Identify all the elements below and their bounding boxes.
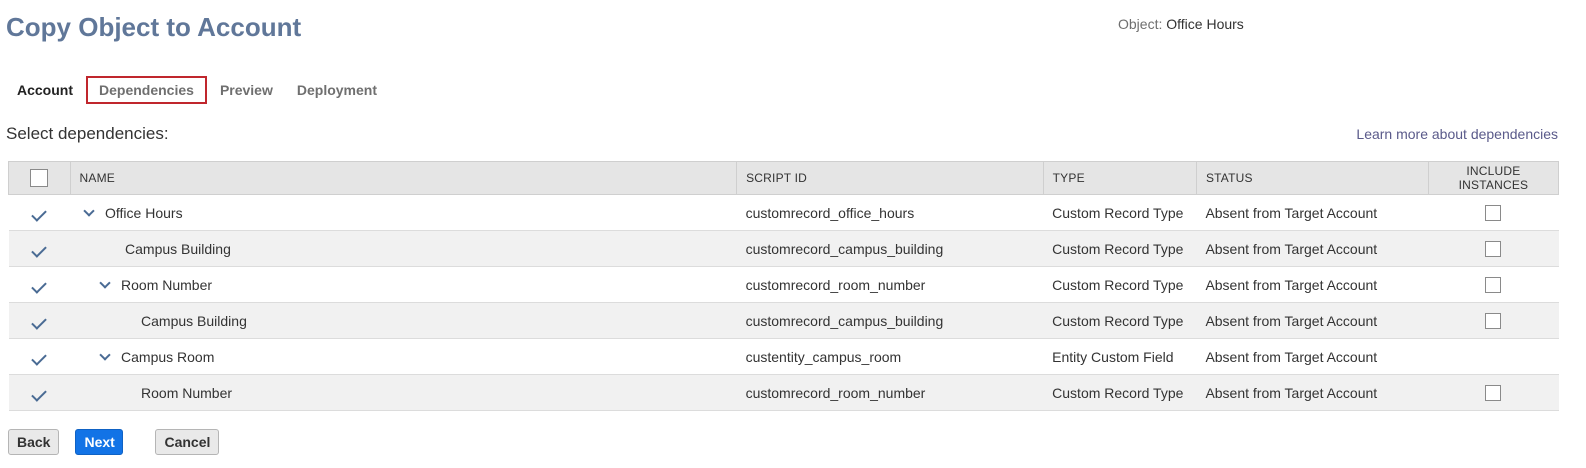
select-all-checkbox[interactable]: [30, 169, 49, 187]
script-id-cell: custentity_campus_room: [736, 338, 1044, 375]
include-instances-checkbox[interactable]: [1485, 313, 1502, 330]
checkmark-icon[interactable]: [31, 205, 48, 222]
row-name: Room Number: [141, 384, 233, 401]
row-name: Campus Building: [141, 312, 247, 329]
include-instances-cell: [1428, 338, 1559, 375]
type-cell: Entity Custom Field: [1043, 338, 1197, 375]
back-button[interactable]: Back: [8, 429, 60, 455]
status-cell: Absent from Target Account: [1196, 266, 1429, 303]
table-row: Office Hours customrecord_office_hours C…: [8, 194, 1559, 231]
wizard-tabs: Account Dependencies Preview Deployment: [6, 76, 390, 104]
page-title: Copy Object to Account: [6, 12, 302, 42]
row-select-cell[interactable]: [8, 266, 71, 303]
table-row: Campus Building customrecord_campus_buil…: [8, 302, 1559, 339]
tab-account[interactable]: Account: [6, 76, 84, 104]
name-cell: Campus Building: [70, 302, 737, 339]
chevron-down-icon[interactable]: [99, 276, 111, 289]
type-cell: Custom Record Type: [1043, 302, 1197, 339]
include-instances-checkbox[interactable]: [1485, 241, 1502, 258]
checkmark-icon[interactable]: [31, 277, 48, 294]
checkmark-icon[interactable]: [31, 349, 48, 366]
type-cell: Custom Record Type: [1043, 266, 1197, 303]
include-instances-header: INCLUDE INSTANCES: [1427, 161, 1560, 195]
script-id-cell: customrecord_room_number: [736, 266, 1044, 303]
tab-dependencies[interactable]: Dependencies: [86, 76, 207, 104]
row-name: Room Number: [121, 276, 213, 293]
table-row: Campus Building customrecord_campus_buil…: [8, 230, 1559, 267]
status-cell: Absent from Target Account: [1196, 302, 1429, 339]
name-cell: Room Number: [70, 266, 737, 303]
include-instances-cell: [1428, 374, 1559, 411]
script-id-cell: customrecord_campus_building: [736, 230, 1044, 267]
script-id-cell: customrecord_office_hours: [736, 194, 1044, 231]
table-row: Campus Room custentity_campus_room Entit…: [8, 338, 1559, 375]
name-header[interactable]: NAME: [69, 161, 738, 195]
table-header-row: NAME SCRIPT ID TYPE STATUS INCLUDE INSTA…: [8, 161, 1560, 195]
row-select-cell[interactable]: [8, 302, 71, 339]
tab-deployment[interactable]: Deployment: [286, 76, 388, 104]
tab-preview[interactable]: Preview: [209, 76, 284, 104]
include-instances-checkbox[interactable]: [1485, 205, 1502, 222]
type-cell: Custom Record Type: [1043, 194, 1197, 231]
script-id-cell: customrecord_campus_building: [736, 302, 1044, 339]
include-instances-cell: [1428, 230, 1559, 267]
section-heading: Select dependencies:: [6, 124, 169, 143]
include-instances-cell: [1428, 194, 1559, 231]
include-instances-cell: [1428, 302, 1559, 339]
include-instances-checkbox[interactable]: [1485, 277, 1502, 294]
name-cell: Campus Building: [70, 230, 737, 267]
next-button[interactable]: Next: [75, 429, 124, 455]
object-info: Object: Office Hours: [1118, 16, 1244, 32]
table-row: Room Number customrecord_room_number Cus…: [8, 374, 1559, 411]
status-cell: Absent from Target Account: [1196, 374, 1429, 411]
checkmark-icon[interactable]: [31, 313, 48, 330]
row-select-cell[interactable]: [8, 374, 71, 411]
cancel-button[interactable]: Cancel: [155, 429, 220, 455]
dependencies-table: NAME SCRIPT ID TYPE STATUS INCLUDE INSTA…: [8, 161, 1560, 411]
wizard-footer: Back Next Cancel: [8, 429, 220, 455]
row-name: Campus Building: [125, 240, 231, 257]
row-name: Campus Room: [121, 348, 215, 365]
status-cell: Absent from Target Account: [1196, 338, 1429, 375]
row-name: Office Hours: [105, 204, 183, 221]
type-cell: Custom Record Type: [1043, 230, 1197, 267]
type-header[interactable]: TYPE: [1042, 161, 1197, 195]
include-instances-cell: [1428, 266, 1559, 303]
status-header[interactable]: STATUS: [1195, 161, 1429, 195]
row-select-cell[interactable]: [8, 194, 71, 231]
name-cell: Office Hours: [70, 194, 737, 231]
status-cell: Absent from Target Account: [1196, 194, 1429, 231]
script-id-cell: customrecord_room_number: [736, 374, 1044, 411]
learn-more-link[interactable]: Learn more about dependencies: [1356, 126, 1558, 142]
row-select-cell[interactable]: [8, 338, 71, 375]
object-value: Office Hours: [1166, 16, 1244, 32]
object-label: Object:: [1118, 16, 1163, 32]
select-all-header: [8, 161, 71, 195]
name-cell: Room Number: [70, 374, 737, 411]
chevron-down-icon[interactable]: [83, 204, 95, 217]
status-cell: Absent from Target Account: [1196, 230, 1429, 267]
checkmark-icon[interactable]: [31, 385, 48, 402]
type-cell: Custom Record Type: [1043, 374, 1197, 411]
include-instances-checkbox[interactable]: [1485, 385, 1502, 402]
name-cell: Campus Room: [70, 338, 737, 375]
checkmark-icon[interactable]: [31, 241, 48, 258]
chevron-down-icon[interactable]: [99, 348, 111, 361]
row-select-cell[interactable]: [8, 230, 71, 267]
script-id-header[interactable]: SCRIPT ID: [736, 161, 1044, 195]
table-row: Room Number customrecord_room_number Cus…: [8, 266, 1559, 303]
